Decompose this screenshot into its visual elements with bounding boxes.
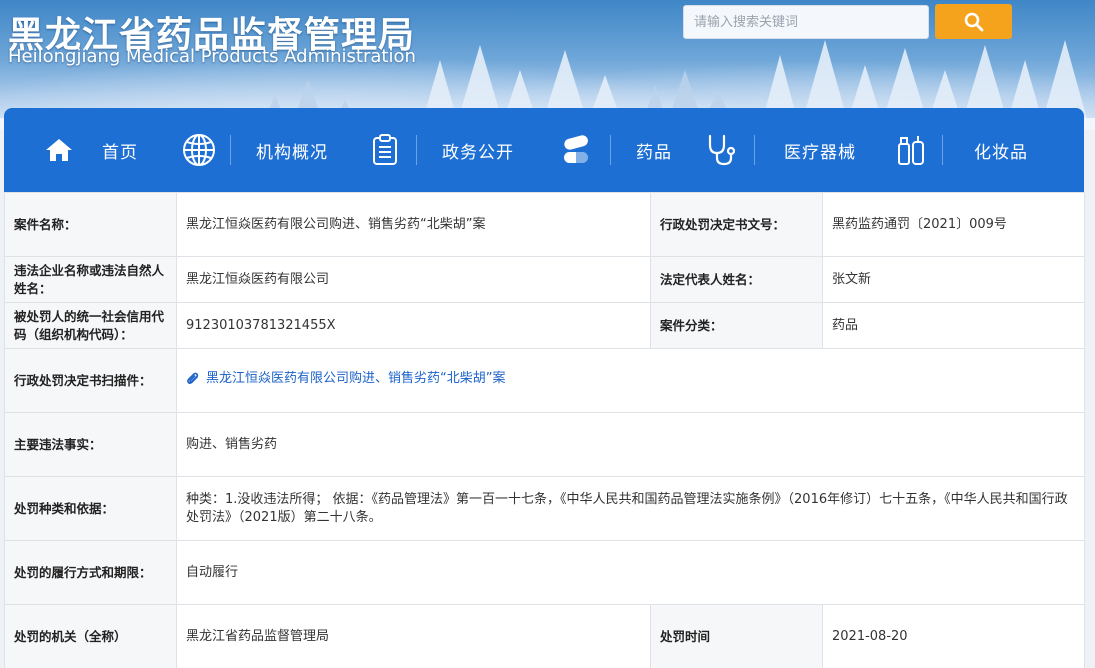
nav-label-about: 机构概况 [256, 142, 328, 163]
scan-link-text: 黑龙江恒焱医药有限公司购进、销售劣药“北柴胡”案 [206, 370, 506, 386]
nav-label-home: 首页 [102, 142, 138, 163]
main-nav: 首页 机构概况 政务公开 药品 医疗器械 化妆品 [4, 108, 1084, 192]
home-icon [42, 133, 76, 167]
table-row: 主要违法事实： 购进、销售劣药 [4, 412, 1085, 477]
credit-code-label: 被处罚人的统一社会信用代码（组织机构代码）： [4, 302, 177, 349]
search-input[interactable] [683, 5, 929, 39]
case-detail-table: 案件名称： 黑龙江恒焱医药有限公司购进、销售劣药“北柴胡”案 行政处罚决定书文号… [4, 192, 1085, 668]
site-subtitle: Heilongjiang Medical Products Administra… [8, 46, 416, 67]
table-row: 处罚的履行方式和期限： 自动履行 [4, 540, 1085, 605]
nav-item-home[interactable]: 首页 [42, 108, 138, 192]
table-row: 违法企业名称或违法自然人姓名： 黑龙江恒焱医药有限公司 法定代表人姓名： 张文新 [4, 256, 1085, 303]
nav-label-devices: 医疗器械 [784, 142, 856, 163]
paperclip-icon [187, 372, 199, 384]
stethoscope-icon [704, 133, 738, 167]
facts-value: 购进、销售劣药 [176, 412, 1085, 477]
nav-label-drugs: 药品 [636, 142, 672, 163]
scan-label: 行政处罚决定书扫描件： [4, 348, 177, 413]
case-name-label: 案件名称： [4, 192, 177, 257]
nav-item-about[interactable]: 机构概况 [182, 108, 328, 192]
party-name-label: 违法企业名称或违法自然人姓名： [4, 256, 177, 303]
nav-separator [230, 135, 231, 165]
table-row: 行政处罚决定书扫描件： 黑龙江恒焱医药有限公司购进、销售劣药“北柴胡”案 [4, 348, 1085, 413]
legal-rep-label: 法定代表人姓名： [650, 256, 823, 303]
penalty-date-value: 2021-08-20 [822, 604, 1085, 668]
table-row: 处罚的机关（全称） 黑龙江省药品监督管理局 处罚时间 2021-08-20 [4, 604, 1085, 668]
nav-item-drugs[interactable]: 药品 [560, 108, 672, 192]
pill-capsule-icon [560, 133, 594, 167]
facts-label: 主要违法事实： [4, 412, 177, 477]
nav-label-cosmetics: 化妆品 [974, 142, 1028, 163]
penalty-basis-label: 处罚种类和依据： [4, 476, 177, 541]
scan-cell: 黑龙江恒焱医药有限公司购进、销售劣药“北柴胡”案 [176, 348, 1085, 413]
authority-value: 黑龙江省药品监督管理局 [176, 604, 651, 668]
case-name-value: 黑龙江恒焱医药有限公司购进、销售劣药“北柴胡”案 [176, 192, 651, 257]
globe-icon [182, 133, 216, 167]
authority-label: 处罚的机关（全称） [4, 604, 177, 668]
nav-separator [416, 135, 417, 165]
clipboard-icon [368, 133, 402, 167]
table-row: 处罚种类和依据： 种类：1.没收违法所得； 依据：《药品管理法》第一百一十七条，… [4, 476, 1085, 541]
performance-label: 处罚的履行方式和期限： [4, 540, 177, 605]
legal-rep-value: 张文新 [822, 256, 1085, 303]
page: 黑龙江省药品监督管理局 Heilongjiang Medical Product… [0, 0, 1095, 668]
nav-separator [942, 135, 943, 165]
nav-item-cosmetics[interactable]: 化妆品 [894, 108, 1028, 192]
nav-item-devices[interactable]: 医疗器械 [704, 108, 856, 192]
party-name-value: 黑龙江恒焱医药有限公司 [176, 256, 651, 303]
search-button[interactable] [935, 4, 1012, 39]
doc-number-value: 黑药监药通罚〔2021〕009号 [822, 192, 1085, 257]
search-icon [964, 12, 983, 31]
nav-item-public-affairs[interactable]: 政务公开 [368, 108, 514, 192]
nav-label-public-affairs: 政务公开 [442, 142, 514, 163]
doc-number-label: 行政处罚决定书文号： [650, 192, 823, 257]
case-category-label: 案件分类： [650, 302, 823, 349]
credit-code-value: 91230103781321455X [176, 302, 651, 349]
scan-attachment-link[interactable]: 黑龙江恒焱医药有限公司购进、销售劣药“北柴胡”案 [186, 370, 505, 388]
nav-separator [754, 135, 755, 165]
performance-value: 自动履行 [176, 540, 1085, 605]
penalty-date-label: 处罚时间 [650, 604, 823, 668]
table-row: 案件名称： 黑龙江恒焱医药有限公司购进、销售劣药“北柴胡”案 行政处罚决定书文号… [4, 192, 1085, 257]
case-category-value: 药品 [822, 302, 1085, 349]
table-row: 被处罚人的统一社会信用代码（组织机构代码）： 91230103781321455… [4, 302, 1085, 349]
cosmetics-bottle-icon [894, 133, 928, 167]
penalty-basis-value: 种类：1.没收违法所得； 依据：《药品管理法》第一百一十七条，《中华人民共和国药… [176, 476, 1085, 541]
nav-separator [610, 135, 611, 165]
